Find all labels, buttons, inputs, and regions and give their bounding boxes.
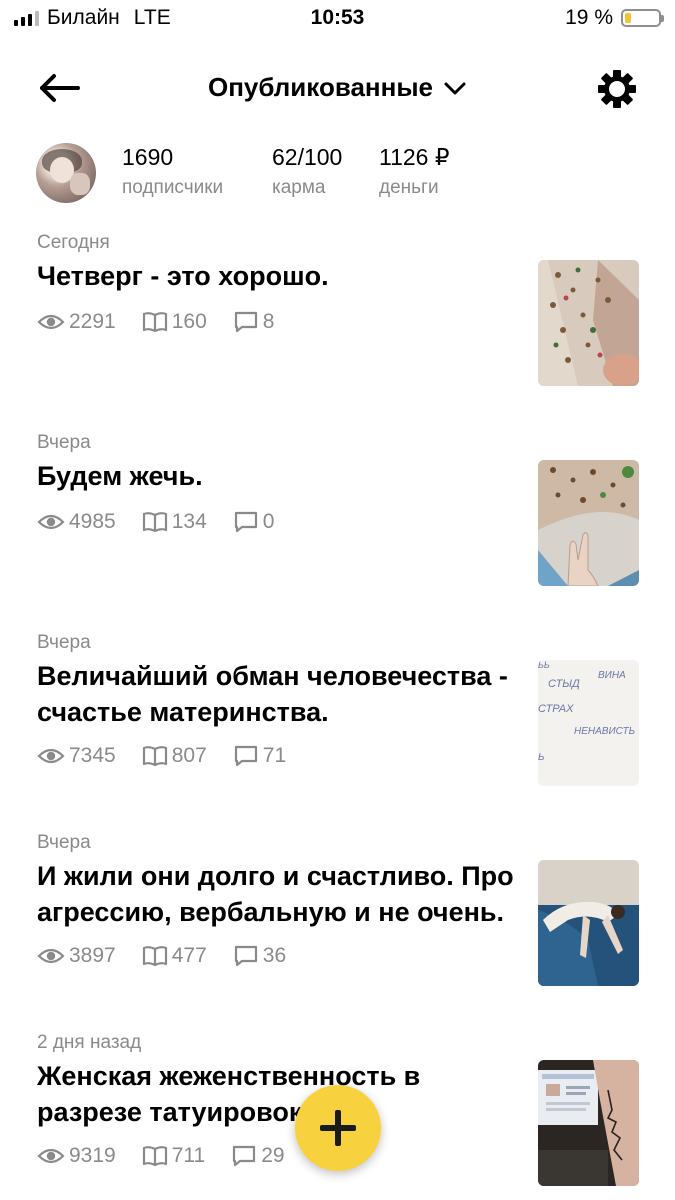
- stat-money[interactable]: 1126 ₽ деньги: [379, 144, 449, 199]
- reads-count: 711: [171, 1144, 206, 1167]
- battery-percent: 19 %: [565, 6, 613, 29]
- comments-count: 71: [262, 744, 287, 767]
- eye-icon: [37, 948, 65, 964]
- thumb-word: ВИНА: [598, 670, 626, 681]
- article-title: Четверг - это хорошо.: [37, 261, 329, 291]
- article-date: Вчера: [37, 632, 91, 653]
- article-date: Сегодня: [37, 232, 110, 253]
- subscribers-label: подписчики: [122, 177, 224, 198]
- book-icon: [142, 312, 167, 333]
- gear-icon: [598, 70, 636, 108]
- views-count: 4985: [69, 510, 116, 533]
- money-label: деньги: [379, 177, 439, 198]
- views-count: 2291: [69, 310, 116, 333]
- comments-metric: 71: [233, 744, 286, 768]
- add-post-button[interactable]: [295, 1085, 381, 1171]
- thumb-word: СТРАХ: [538, 703, 574, 715]
- book-icon: [142, 946, 167, 967]
- article-item[interactable]: Вчера Будем жечь. 4985 134 0: [0, 430, 675, 590]
- book-icon: [142, 1146, 167, 1167]
- views-metric: 4985: [37, 510, 116, 534]
- article-thumbnail: ЬЬ СТЫД ВИНА СТРАХ НЕНАВИСТЬ Ь: [538, 660, 639, 786]
- views-metric: 2291: [37, 310, 116, 334]
- settings-button[interactable]: [594, 66, 640, 112]
- app-header: Опубликованные: [0, 60, 675, 116]
- status-bar: Билайн LTE 10:53 19 %: [0, 0, 675, 38]
- article-date: 2 дня назад: [37, 1032, 142, 1053]
- comment-icon: [234, 311, 257, 333]
- reads-count: 477: [171, 944, 207, 967]
- comment-icon: [234, 511, 257, 533]
- page-title: Опубликованные: [207, 72, 434, 102]
- eye-icon: [37, 514, 65, 530]
- reads-metric: 160: [142, 310, 207, 334]
- article-title: Величайший обман человечества - счастье …: [37, 661, 508, 727]
- reads-count: 160: [171, 310, 207, 333]
- reads-count: 134: [171, 510, 207, 533]
- article-item[interactable]: Вчера Величайший обман человечества - сч…: [0, 630, 675, 790]
- comments-metric: 36: [233, 944, 286, 968]
- article-metrics: 9319 711 29: [37, 1144, 311, 1168]
- profile-stats: 1690 подписчики 62/100 карма 1126 ₽ день…: [0, 140, 675, 210]
- thumb-word: Ь: [538, 752, 545, 763]
- avatar[interactable]: [36, 143, 96, 203]
- battery-fill: [625, 13, 631, 23]
- article-date: Вчера: [37, 432, 91, 453]
- karma-label: карма: [272, 177, 326, 198]
- article-date: Вчера: [37, 832, 91, 853]
- reads-count: 807: [171, 744, 207, 767]
- article-thumbnail: [538, 260, 639, 386]
- comment-icon: [234, 745, 257, 767]
- article-title: И жили они долго и счастливо. Про агресс…: [37, 861, 514, 927]
- views-metric: 3897: [37, 944, 116, 968]
- article-item[interactable]: Сегодня Четверг - это хорошо. 2291 160 8: [0, 230, 675, 390]
- article-metrics: 3897 477 36: [37, 944, 312, 968]
- stat-subscribers[interactable]: 1690 подписчики: [122, 144, 223, 199]
- money-value: 1126 ₽: [379, 144, 450, 170]
- comments-count: 0: [262, 510, 275, 533]
- eye-icon: [37, 748, 65, 764]
- article-metrics: 4985 134 0: [37, 510, 300, 534]
- chevron-down-icon: [444, 82, 466, 94]
- views-count: 3897: [69, 944, 116, 967]
- article-thumbnail: [538, 460, 639, 586]
- article-metrics: 7345 807 71: [37, 744, 312, 768]
- status-right: 19 %: [565, 6, 664, 30]
- views-metric: 9319: [37, 1144, 116, 1168]
- comments-count: 8: [262, 310, 275, 333]
- views-count: 9319: [69, 1144, 116, 1167]
- article-thumbnail: [538, 860, 639, 986]
- book-icon: [142, 746, 167, 767]
- thumb-word: СТЫД: [548, 678, 580, 690]
- book-icon: [142, 512, 167, 533]
- eye-icon: [37, 1148, 65, 1164]
- comments-metric: 29: [231, 1144, 285, 1168]
- battery-icon: [621, 9, 664, 27]
- comments-count: 29: [261, 1144, 285, 1167]
- section-selector[interactable]: Опубликованные: [0, 72, 675, 103]
- article-thumbnail: [538, 1060, 639, 1186]
- thumb-word: ЬЬ: [538, 660, 550, 670]
- views-count: 7345: [69, 744, 116, 767]
- stat-karma[interactable]: 62/100 карма: [272, 144, 342, 199]
- article-item[interactable]: Вчера И жили они долго и счастливо. Про …: [0, 830, 675, 990]
- comment-icon: [233, 1145, 256, 1167]
- reads-metric: 477: [142, 944, 207, 968]
- article-title: Будем жечь.: [37, 461, 203, 491]
- eye-icon: [37, 314, 65, 330]
- reads-metric: 134: [142, 510, 207, 534]
- reads-metric: 711: [142, 1144, 205, 1168]
- comments-count: 36: [262, 944, 287, 967]
- comment-icon: [234, 945, 257, 967]
- article-metrics: 2291 160 8: [37, 310, 300, 334]
- thumb-word: НЕНАВИСТЬ: [574, 726, 635, 737]
- karma-value: 62/100: [272, 144, 343, 170]
- reads-metric: 807: [142, 744, 207, 768]
- views-metric: 7345: [37, 744, 116, 768]
- comments-metric: 0: [233, 510, 275, 534]
- comments-metric: 8: [233, 310, 275, 334]
- article-title: Женская жеженственность в разрезе татуир…: [37, 1061, 421, 1127]
- subscribers-value: 1690: [122, 144, 174, 170]
